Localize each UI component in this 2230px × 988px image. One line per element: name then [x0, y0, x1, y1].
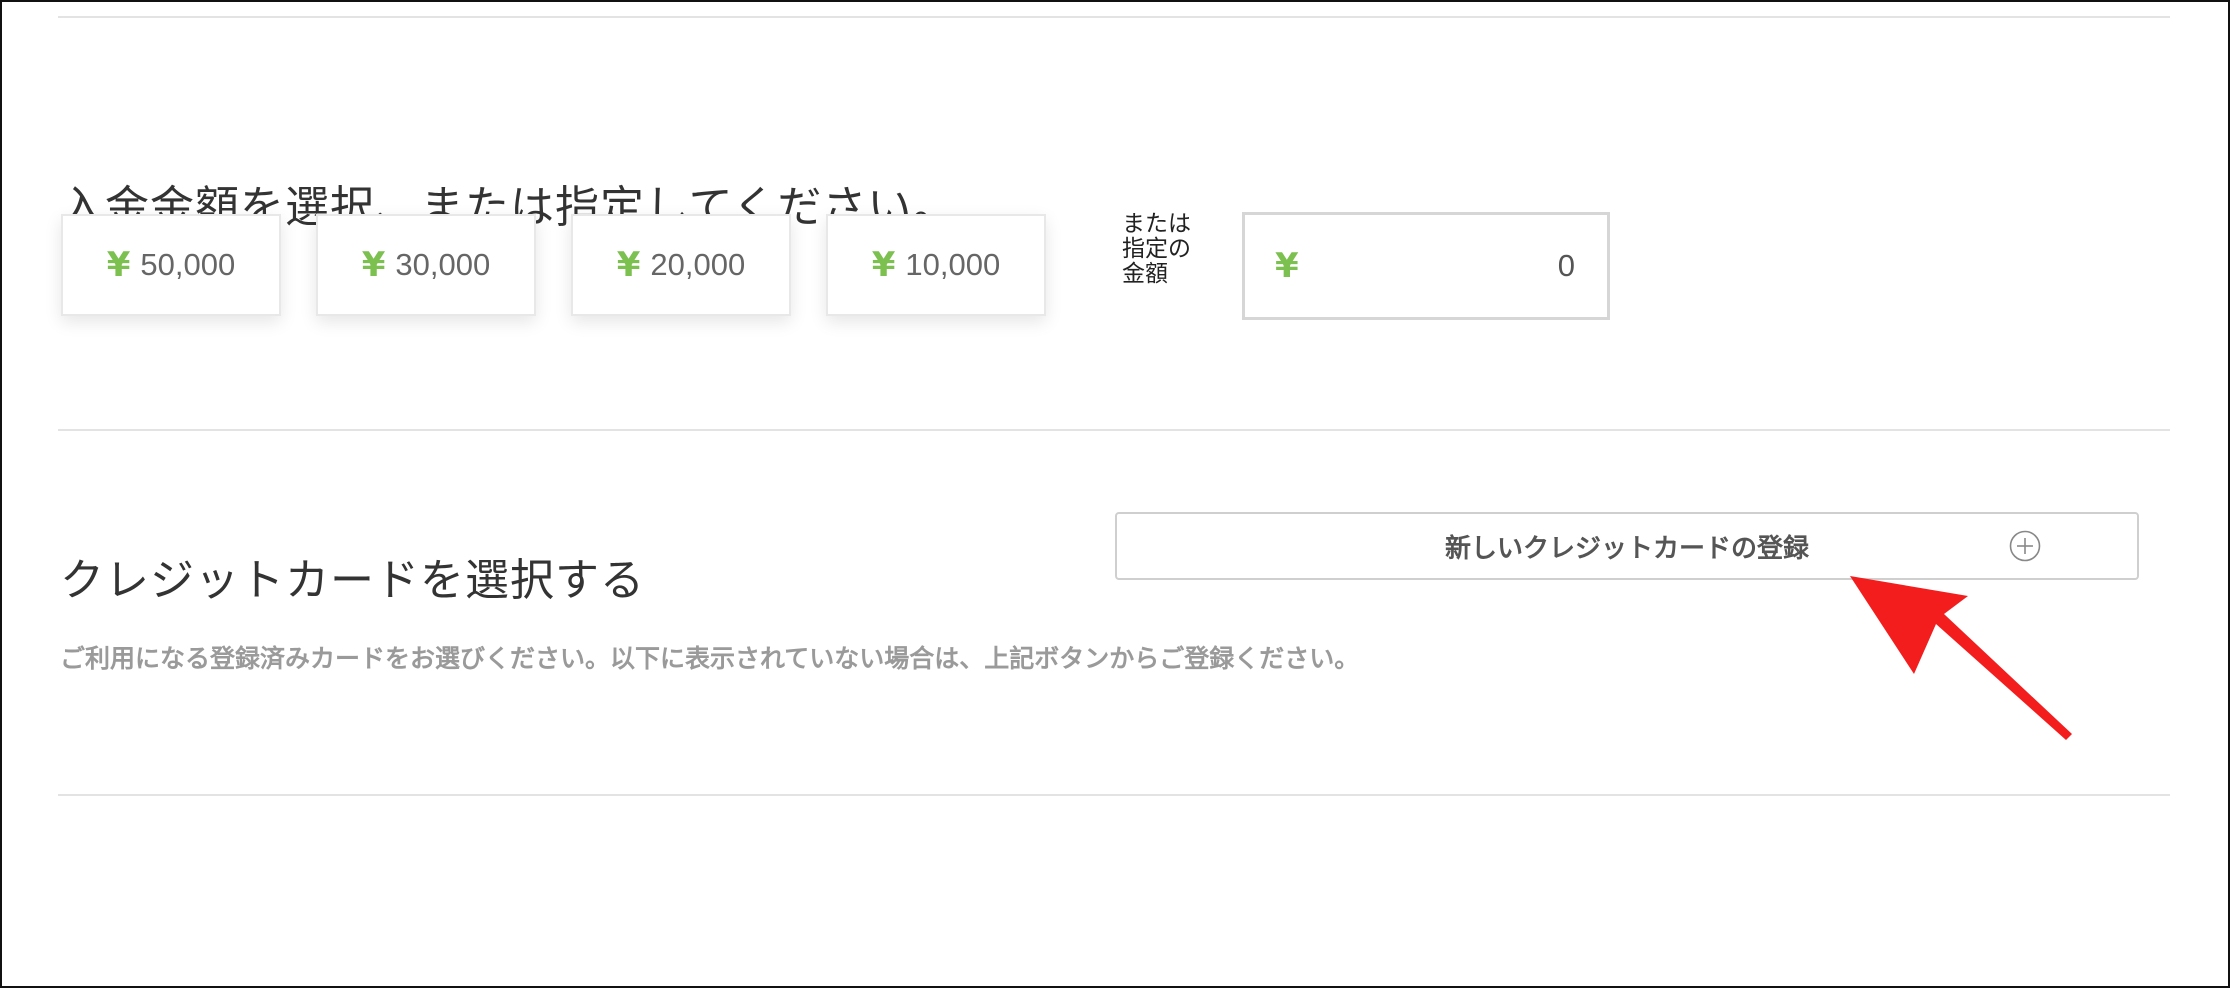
amount-20000-button[interactable]: ¥ 20,000 [571, 214, 791, 316]
bottom-divider [58, 794, 2170, 796]
top-divider [58, 16, 2170, 18]
arrow-icon [1850, 576, 2072, 740]
amount-10000-button[interactable]: ¥ 10,000 [826, 214, 1046, 316]
amount-value: 10,000 [905, 247, 1001, 282]
plus-circle-icon [2009, 530, 2041, 562]
page-frame: 入金金額を選択、または指定してください。 ¥ 50,000 ¥ 30,000 ¥… [0, 0, 2230, 988]
amount-value: 20,000 [650, 247, 746, 282]
card-title: クレジットカードを選択する [60, 554, 645, 606]
custom-amount-label-line: 指定の [1122, 236, 1191, 262]
custom-amount-label-line: 金額 [1122, 261, 1168, 287]
register-card-label: 新しいクレジットカードの登録 [1444, 533, 1809, 564]
amount-value: 30,000 [395, 247, 491, 282]
yen-icon: ¥ [361, 245, 386, 285]
yen-icon: ¥ [106, 245, 131, 285]
amount-30000-button[interactable]: ¥ 30,000 [316, 214, 536, 316]
custom-amount-input[interactable] [1298, 247, 1577, 285]
custom-amount-label: または 指定の 金額 [1122, 212, 1212, 287]
custom-amount-field[interactable]: ¥ [1242, 212, 1610, 320]
middle-divider [58, 429, 2170, 431]
yen-icon: ¥ [1275, 246, 1299, 286]
yen-icon: ¥ [616, 245, 641, 285]
custom-amount-label-line: または [1122, 211, 1191, 237]
amount-50000-button[interactable]: ¥ 50,000 [61, 214, 281, 316]
yen-icon: ¥ [871, 245, 896, 285]
card-helper-text: ご利用になる登録済みカードをお選びください。以下に表示されていない場合は、上記ボ… [60, 644, 1360, 673]
amount-value: 50,000 [140, 247, 236, 282]
